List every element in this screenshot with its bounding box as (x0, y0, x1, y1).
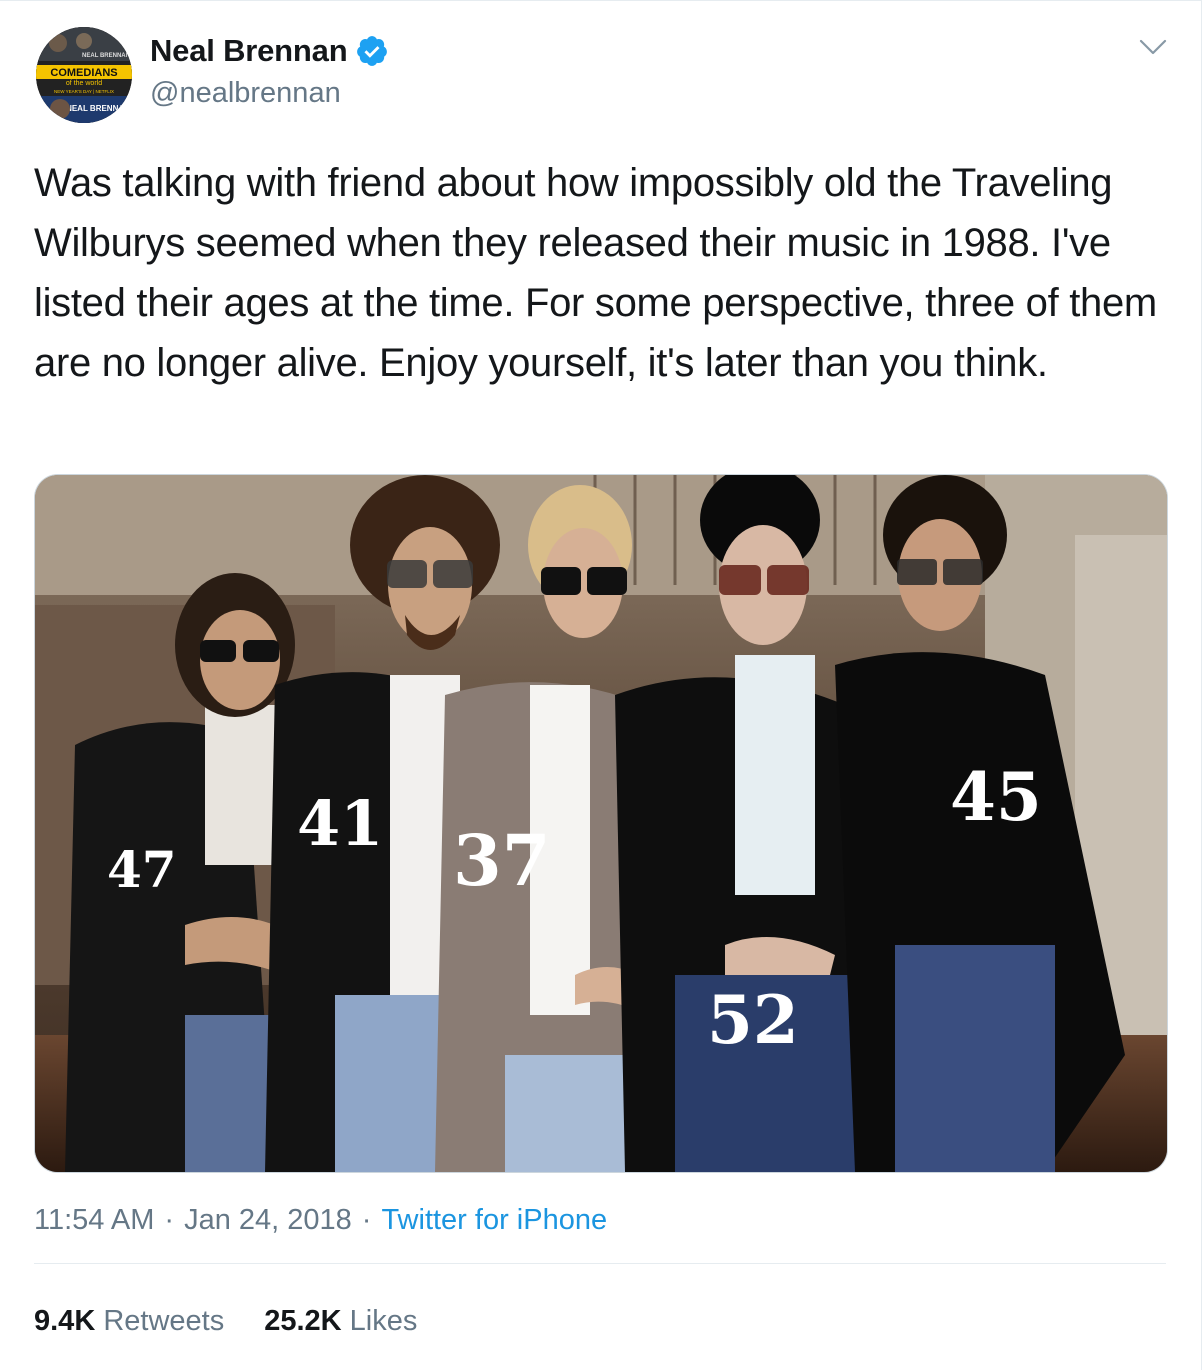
avatar-subtitle-text: of the world (66, 80, 102, 87)
verified-badge-icon (357, 36, 388, 66)
likes-stat[interactable]: 25.2K Likes (264, 1305, 417, 1338)
tweet-source-link[interactable]: Twitter for iPhone (381, 1204, 607, 1237)
retweets-stat[interactable]: 9.4K Retweets (34, 1305, 224, 1338)
retweets-label: Retweets (103, 1305, 225, 1337)
avatar-banner-text: NEW YEAR'S DAY | NETFLIX (54, 89, 114, 94)
tweet-time[interactable]: 11:54 AM (34, 1204, 154, 1237)
author-name[interactable]: Neal Brennan (150, 33, 348, 69)
tweet-date[interactable]: Jan 24, 2018 (184, 1204, 352, 1237)
tweet-meta: 11:54 AM · Jan 24, 2018 · Twitter for iP… (34, 1204, 607, 1237)
age-label-4: 52 (707, 981, 799, 1059)
age-label-5: 45 (950, 758, 1042, 836)
avatar-title-text: COMEDIANS (50, 67, 117, 79)
avatar[interactable]: COMEDIANS NEAL BRENNAN of the world NEW … (36, 27, 132, 123)
likes-label: Likes (349, 1305, 418, 1337)
avatar-top-text: NEAL BRENNAN (82, 53, 130, 59)
tweet-photo[interactable]: 47 41 37 52 45 (34, 474, 1168, 1173)
likes-count: 25.2K (264, 1305, 342, 1337)
band-photo: 47 41 37 52 45 (35, 475, 1167, 1172)
author-handle[interactable]: @nealbrennan (150, 77, 341, 110)
tweet-text: Was talking with friend about how imposs… (34, 161, 1157, 385)
tweet-stats: 9.4K Retweets 25.2K Likes (34, 1305, 417, 1338)
author-name-row: Neal Brennan (150, 33, 389, 69)
avatar-image: COMEDIANS NEAL BRENNAN of the world NEW … (36, 27, 132, 123)
retweets-count: 9.4K (34, 1305, 96, 1337)
tweet-card: COMEDIANS NEAL BRENNAN of the world NEW … (0, 0, 1202, 1370)
age-label-1: 47 (107, 840, 177, 899)
meta-separator: · (164, 1204, 175, 1236)
chevron-down-icon[interactable] (1138, 37, 1168, 57)
avatar-bottom-text: NEAL BRENNAN (66, 104, 130, 113)
age-label-2: 41 (297, 787, 383, 860)
meta-separator: · (361, 1204, 372, 1236)
divider (34, 1263, 1166, 1264)
age-label-3: 37 (453, 819, 550, 902)
